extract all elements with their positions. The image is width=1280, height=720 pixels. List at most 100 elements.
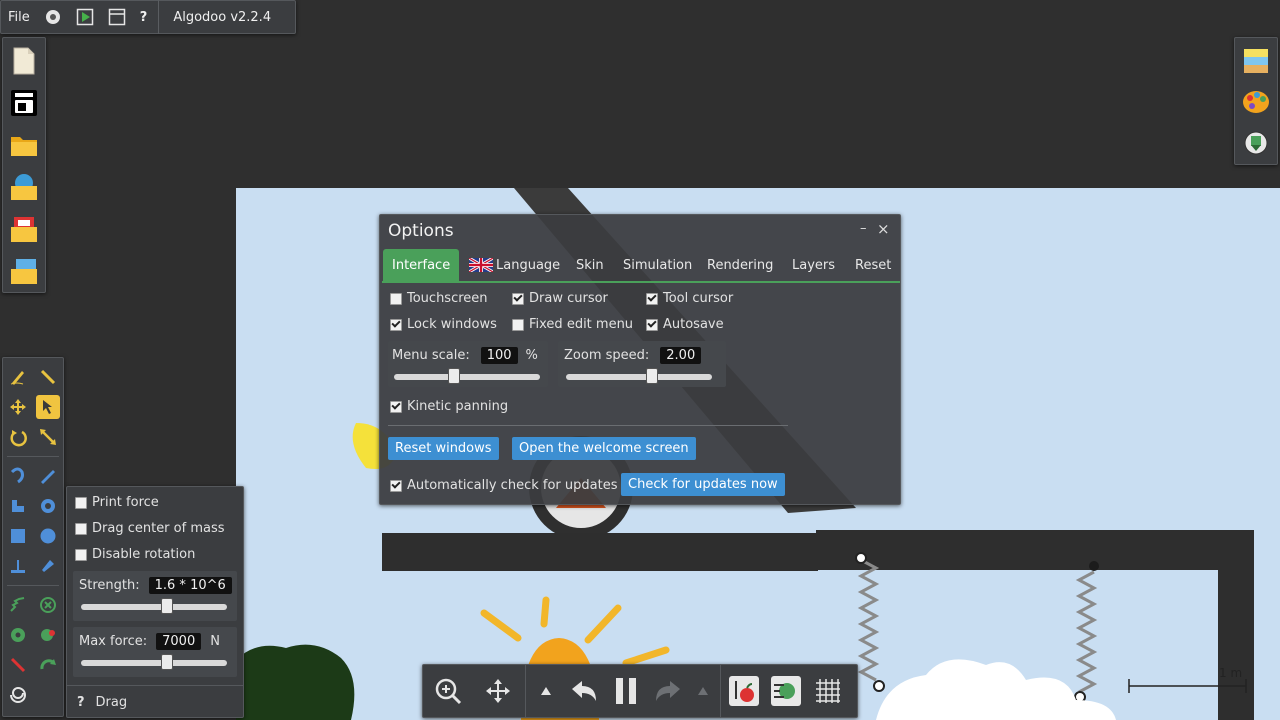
- grid-icon[interactable]: [807, 675, 849, 707]
- redo-icon[interactable]: [648, 679, 688, 703]
- print-force-checkbox[interactable]: [75, 496, 87, 509]
- tab-simulation[interactable]: Simulation: [614, 249, 701, 281]
- tool-cursor-option[interactable]: Tool cursor: [646, 291, 733, 306]
- auto-update-option[interactable]: Automatically check for updates: [390, 478, 617, 493]
- chain-tool-icon[interactable]: [6, 623, 30, 647]
- gravity-icon[interactable]: [723, 675, 765, 707]
- strength-group: Strength: 1.6 * 10^6: [73, 571, 237, 621]
- menu-scale-slider-thumb[interactable]: [448, 368, 460, 384]
- close-button[interactable]: ×: [877, 220, 890, 238]
- circle-tool-icon[interactable]: [36, 524, 60, 548]
- autosave-checkbox[interactable]: [646, 318, 658, 331]
- open-folder-icon[interactable]: [4, 127, 44, 163]
- window-icon[interactable]: [101, 0, 133, 34]
- tab-reset[interactable]: Reset: [846, 249, 900, 281]
- rotate-tool-icon[interactable]: [6, 425, 30, 449]
- disable-rotation-checkbox[interactable]: [75, 548, 87, 561]
- brush-tool-icon[interactable]: [36, 365, 60, 389]
- zoom-speed-slider[interactable]: [566, 368, 712, 384]
- zoom-icon[interactable]: [423, 677, 473, 705]
- rope-tool-icon[interactable]: [6, 464, 30, 488]
- welcome-screen-button[interactable]: Open the welcome screen: [512, 437, 696, 460]
- fixed-edit-menu-option[interactable]: Fixed edit menu: [512, 317, 633, 332]
- air-friction-icon[interactable]: [765, 675, 807, 707]
- strength-slider-thumb[interactable]: [161, 598, 173, 614]
- undo-icon[interactable]: [564, 679, 604, 703]
- lock-windows-option[interactable]: Lock windows: [390, 317, 497, 332]
- spring-tool-icon[interactable]: [6, 593, 30, 617]
- top-menu-bar: File ? Algodoo v2.2.4: [0, 0, 296, 34]
- pan-icon[interactable]: [473, 677, 523, 705]
- disable-rotation-option[interactable]: Disable rotation: [75, 547, 195, 562]
- tracer-tool-icon[interactable]: [36, 623, 60, 647]
- hinge-tool-icon[interactable]: [36, 593, 60, 617]
- max-force-input[interactable]: 7000: [156, 633, 202, 650]
- palette-icon[interactable]: [1236, 84, 1276, 119]
- autosave-label: Autosave: [663, 317, 724, 332]
- reset-windows-button[interactable]: Reset windows: [388, 437, 499, 460]
- options-title: Options: [388, 221, 454, 241]
- zoom-speed-slider-thumb[interactable]: [646, 368, 658, 384]
- move-tool-icon[interactable]: [6, 395, 30, 419]
- scale-tool-icon[interactable]: [36, 425, 60, 449]
- max-force-slider[interactable]: [81, 654, 227, 670]
- draw-cursor-checkbox[interactable]: [512, 292, 524, 305]
- tab-skin[interactable]: Skin: [567, 249, 613, 281]
- zoom-speed-label: Zoom speed:: [564, 348, 650, 363]
- plane-tool-icon[interactable]: [6, 494, 30, 518]
- box-tool-icon[interactable]: [6, 524, 30, 548]
- drag-help-button[interactable]: ?: [77, 695, 85, 710]
- new-scene-icon[interactable]: [4, 43, 44, 79]
- export-icon[interactable]: [1236, 126, 1276, 161]
- drag-center-label: Drag center of mass: [92, 521, 225, 536]
- check-updates-button[interactable]: Check for updates now: [621, 473, 785, 496]
- minimize-button[interactable]: –: [860, 221, 867, 236]
- touchscreen-option[interactable]: Touchscreen: [390, 291, 488, 306]
- spiral-tool-icon[interactable]: [6, 683, 30, 707]
- fixed-edit-menu-checkbox[interactable]: [512, 318, 524, 331]
- thruster-tool-icon[interactable]: [36, 554, 60, 578]
- drag-tool-icon[interactable]: [36, 395, 60, 419]
- drag-center-option[interactable]: Drag center of mass: [75, 521, 225, 536]
- touchscreen-checkbox[interactable]: [390, 292, 402, 305]
- fixate-tool-icon[interactable]: [6, 554, 30, 578]
- kinetic-panning-checkbox[interactable]: [390, 400, 402, 413]
- laser-tool-icon[interactable]: [6, 653, 30, 677]
- pause-icon[interactable]: [604, 677, 648, 705]
- open-images-icon[interactable]: [4, 253, 44, 289]
- strength-slider[interactable]: [81, 598, 227, 614]
- lock-windows-checkbox[interactable]: [390, 318, 402, 331]
- print-force-option[interactable]: Print force: [75, 495, 159, 510]
- background-icon[interactable]: [1236, 43, 1276, 78]
- help-button[interactable]: ?: [133, 0, 155, 34]
- tab-interface[interactable]: Interface: [383, 249, 460, 281]
- max-force-slider-thumb[interactable]: [161, 654, 173, 670]
- open-recent-icon[interactable]: [4, 211, 44, 247]
- gear-tool-icon[interactable]: [36, 494, 60, 518]
- motor-tool-icon[interactable]: [36, 653, 60, 677]
- file-menu[interactable]: File: [1, 0, 37, 34]
- autosave-option[interactable]: Autosave: [646, 317, 724, 332]
- tool-cursor-checkbox[interactable]: [646, 292, 658, 305]
- tab-layers[interactable]: Layers: [783, 249, 844, 281]
- auto-update-checkbox[interactable]: [390, 479, 402, 492]
- draw-cursor-option[interactable]: Draw cursor: [512, 291, 608, 306]
- kinetic-panning-option[interactable]: Kinetic panning: [390, 399, 508, 414]
- tool-palette: [2, 357, 64, 717]
- undo-history-icon[interactable]: [528, 686, 564, 696]
- play-window-icon[interactable]: [69, 0, 101, 34]
- menu-scale-input[interactable]: 100: [480, 347, 518, 364]
- zoom-speed-input[interactable]: 2.00: [660, 347, 702, 364]
- draw-cursor-label: Draw cursor: [529, 291, 608, 306]
- redo-history-icon[interactable]: [688, 686, 718, 696]
- strength-input[interactable]: 1.6 * 10^6: [148, 577, 232, 594]
- open-online-icon[interactable]: [4, 169, 44, 205]
- tab-language[interactable]: Language: [460, 249, 569, 281]
- sketch-tool-icon[interactable]: [6, 365, 30, 389]
- drag-center-checkbox[interactable]: [75, 522, 87, 535]
- knife-tool-icon[interactable]: [36, 464, 60, 488]
- gear-icon[interactable]: [37, 0, 69, 34]
- save-icon[interactable]: [4, 85, 44, 121]
- tab-rendering[interactable]: Rendering: [698, 249, 782, 281]
- menu-scale-slider[interactable]: [394, 368, 540, 384]
